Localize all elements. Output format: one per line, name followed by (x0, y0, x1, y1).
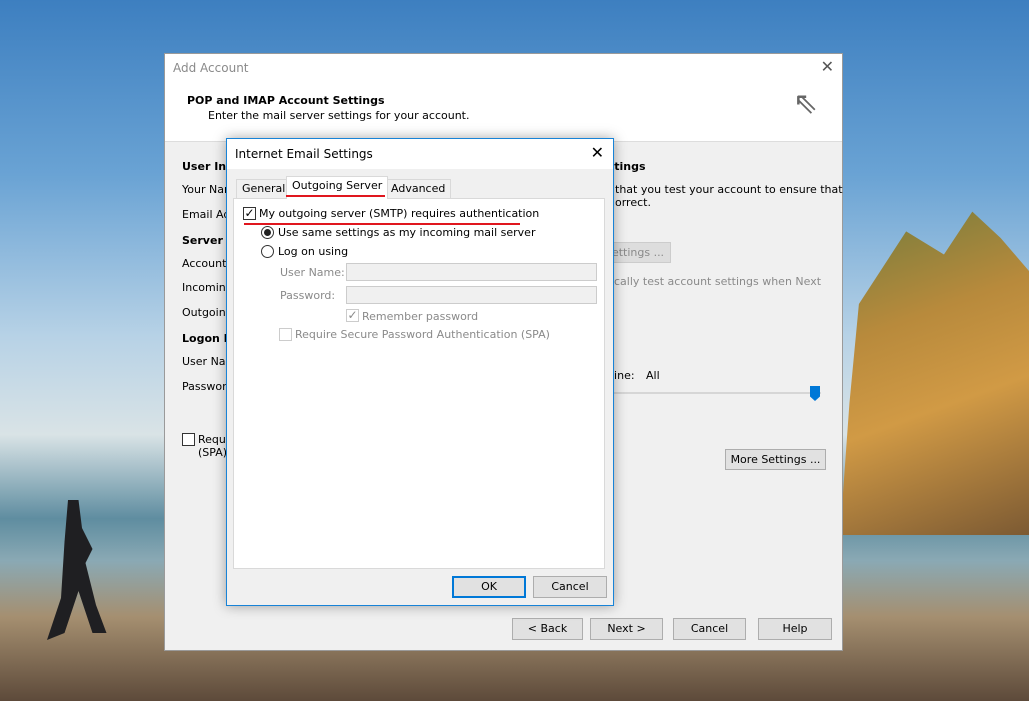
test-account-settings-button[interactable]: ettings ... (605, 242, 671, 263)
remember-password-checkbox[interactable]: ✓ (346, 309, 359, 322)
internet-email-settings-dialog: Internet Email Settings ✕ General Outgoi… (226, 138, 614, 606)
tab-advanced[interactable]: Advanced (385, 179, 452, 199)
tab-highlight-underline (286, 195, 385, 197)
help-button[interactable]: Help (758, 618, 832, 640)
spa-label-2: (SPA) (198, 446, 228, 459)
cursor-click-icon: ⇖ (793, 86, 819, 121)
log-on-using-radio[interactable] (261, 245, 274, 258)
offline-value: All (646, 369, 660, 382)
remember-password-label: Remember password (362, 310, 479, 323)
spa-label: Requi (198, 433, 229, 446)
dialog-title: Add Account (173, 61, 249, 75)
next-button[interactable]: Next > (590, 618, 663, 640)
cancel-button[interactable]: Cancel (673, 618, 746, 640)
use-same-settings-label: Use same settings as my incoming mail se… (278, 226, 536, 239)
background-runner (47, 500, 107, 640)
auto-test-text: cally test account settings when Next (614, 275, 822, 288)
spa-label: Require Secure Password Authentication (… (295, 328, 550, 341)
more-settings-button[interactable]: More Settings ... (725, 449, 826, 470)
test-text-2: orrect. (615, 196, 651, 209)
password-label: Password: (280, 289, 336, 302)
close-icon[interactable]: ✕ (591, 143, 604, 162)
offline-slider-thumb[interactable] (810, 386, 820, 401)
password-input[interactable] (346, 286, 597, 304)
spa-checkbox[interactable] (182, 433, 195, 446)
label-email: Email Ad (182, 208, 231, 221)
dialog-title: Internet Email Settings (235, 147, 373, 161)
smtp-auth-highlight-underline (244, 223, 520, 225)
smtp-auth-checkbox[interactable]: ✓ (243, 207, 256, 220)
user-name-label: User Name: (280, 266, 345, 279)
test-text-1: that you test your account to ensure tha… (615, 183, 843, 196)
background-rock (840, 211, 1029, 535)
tab-general[interactable]: General (236, 179, 292, 199)
section-heading: POP and IMAP Account Settings (187, 94, 385, 107)
back-button[interactable]: < Back (512, 618, 583, 640)
label-account-type: Account (182, 257, 227, 270)
smtp-auth-label: My outgoing server (SMTP) requires authe… (259, 207, 540, 220)
use-same-settings-radio[interactable] (261, 226, 274, 239)
offline-label: line: (611, 369, 635, 382)
user-name-input[interactable] (346, 263, 597, 281)
test-settings-heading: ttings (609, 160, 646, 173)
log-on-using-label: Log on using (278, 245, 349, 258)
ok-button[interactable]: OK (452, 576, 526, 598)
label-outgoing: Outgoin (182, 306, 226, 319)
offline-slider-track[interactable] (611, 392, 821, 394)
section-subheading: Enter the mail server settings for your … (208, 109, 470, 122)
cancel-button[interactable]: Cancel (533, 576, 607, 598)
close-icon[interactable]: ✕ (821, 57, 834, 76)
spa-checkbox[interactable] (279, 328, 292, 341)
